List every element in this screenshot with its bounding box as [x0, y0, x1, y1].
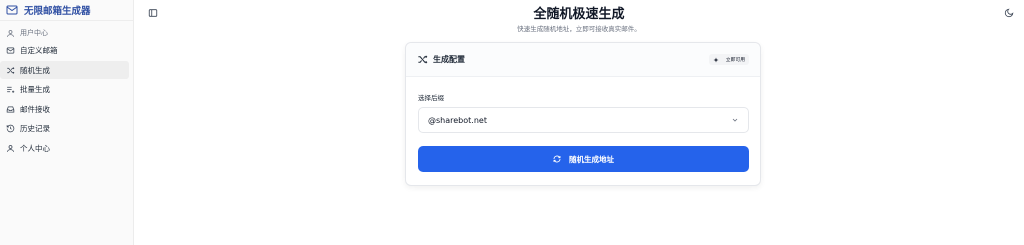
generate-random-button[interactable]: 随机生成地址 — [418, 146, 749, 172]
sidebar-item-batch[interactable]: 批量生成 — [0, 81, 129, 99]
sidebar-item-label: 个人中心 — [20, 143, 50, 153]
sidebar-item-label: 自定义邮箱 — [20, 46, 58, 55]
sidebar-item-label: 批量生成 — [20, 85, 50, 94]
generate-button-label: 随机生成地址 — [569, 154, 614, 164]
sidebar: 无限邮箱生成器 用户中心 自定义邮箱 随机生成 批量生成 邮件接收 历史记录 个… — [0, 0, 134, 245]
section-label-text: 用户中心 — [20, 29, 48, 37]
user-icon — [6, 29, 15, 38]
card-title: 生成配置 — [433, 55, 465, 64]
shuffle-icon — [6, 66, 15, 75]
sparkle-icon — [713, 57, 719, 63]
section-label: 用户中心 — [0, 26, 133, 40]
suffix-label: 选择后缀 — [418, 94, 444, 102]
brand-title: 无限邮箱生成器 — [24, 6, 91, 17]
divider — [0, 20, 133, 21]
page-title: 全随机极速生成 — [533, 7, 625, 22]
sidebar-item-custom-email[interactable]: 自定义邮箱 — [0, 42, 129, 60]
sidebar-item-label: 随机生成 — [20, 65, 50, 75]
sidebar-item-profile[interactable]: 个人中心 — [0, 139, 129, 157]
inbox-icon — [6, 46, 15, 55]
mail-tray-icon — [6, 105, 15, 114]
suffix-select[interactable]: @sharebot.net — [418, 107, 749, 133]
user-icon — [6, 144, 15, 153]
sidebar-item-receive[interactable]: 邮件接收 — [0, 100, 129, 118]
page-subtitle: 快速生成随机地址，立即可接收真实邮件。 — [517, 25, 641, 33]
brand[interactable]: 无限邮箱生成器 — [0, 0, 133, 20]
generation-config-card: 生成配置 立即可用 选择后缀 @sharebot.net 随机生成地址 — [405, 42, 761, 186]
status-badge: 立即可用 — [708, 54, 749, 65]
sidebar-item-label: 邮件接收 — [20, 104, 50, 114]
list-plus-icon — [6, 85, 15, 94]
shuffle-icon — [417, 54, 428, 65]
badge-label: 立即可用 — [725, 58, 745, 63]
sidebar-item-history[interactable]: 历史记录 — [0, 120, 129, 138]
mail-icon — [6, 4, 18, 16]
chevron-down-icon — [731, 116, 739, 124]
suffix-select-value: @sharebot.net — [428, 115, 487, 125]
sidebar-item-label: 历史记录 — [20, 124, 50, 133]
history-icon — [6, 124, 15, 133]
sidebar-item-random[interactable]: 随机生成 — [0, 61, 129, 79]
card-header: 生成配置 立即可用 — [406, 43, 760, 77]
refresh-icon — [553, 155, 561, 163]
